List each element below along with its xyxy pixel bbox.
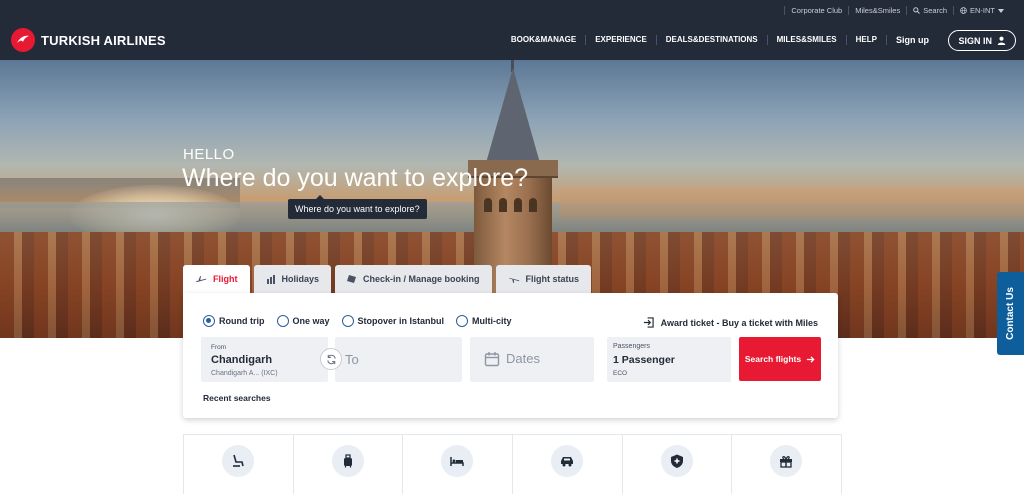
hero-headline: Where do you want to explore? <box>182 164 529 192</box>
tower-window <box>484 198 492 212</box>
trip-round-trip[interactable]: Round trip <box>203 315 265 327</box>
dates-field[interactable]: Dates <box>470 337 594 382</box>
nav-help[interactable]: HELP <box>847 35 887 45</box>
swap-airports-button[interactable] <box>320 348 342 370</box>
baggage-icon <box>331 445 364 477</box>
booking-panel: Round trip One way Stopover in Istanbul … <box>183 293 838 418</box>
holidays-icon <box>266 275 275 284</box>
contact-us-tab[interactable]: Contact Us <box>997 272 1024 355</box>
from-label: From <box>211 344 227 351</box>
nav-experience[interactable]: EXPERIENCE <box>586 35 657 45</box>
calendar-icon <box>484 352 500 367</box>
main-header: TURKISH AIRLINES BOOK&MANAGE EXPERIENCE … <box>0 21 1024 60</box>
flight-status-icon <box>508 277 519 283</box>
passengers-field[interactable]: Passengers 1 Passenger ECO <box>607 337 731 382</box>
service-car[interactable] <box>513 435 623 494</box>
nav-miles-smiles[interactable]: MILES&SMILES <box>768 35 847 45</box>
tab-flight-status-label: Flight status <box>525 274 580 284</box>
service-hotel[interactable] <box>403 435 514 494</box>
chevron-down-icon <box>998 8 1004 13</box>
miles-smiles-link[interactable]: Miles&Smiles <box>848 6 906 15</box>
main-nav: BOOK&MANAGE EXPERIENCE DEALS&DESTINATION… <box>502 35 938 45</box>
tower-window <box>514 198 522 212</box>
car-icon <box>551 445 584 477</box>
tab-holidays[interactable]: Holidays <box>253 265 332 293</box>
passengers-value: 1 Passenger <box>613 354 675 366</box>
trip-multi-city-label: Multi-city <box>472 316 512 326</box>
hotel-icon <box>441 445 474 477</box>
swap-icon <box>326 354 336 364</box>
to-field[interactable]: To <box>335 337 462 382</box>
award-ticket-link[interactable]: Award ticket - Buy a ticket with Miles <box>643 317 818 328</box>
insurance-icon <box>660 445 693 477</box>
tower-roof <box>486 68 540 163</box>
radio[interactable] <box>456 315 469 327</box>
boarding-pass-icon <box>347 275 357 283</box>
utility-links: Corporate Club Miles&Smiles Search EN-IN… <box>784 6 1010 15</box>
dates-placeholder: Dates <box>506 351 540 366</box>
passengers-label: Passengers <box>613 343 650 350</box>
hero-far-shore <box>560 188 1024 218</box>
gift-icon <box>770 445 803 477</box>
seat-icon <box>222 445 254 477</box>
trip-stopover-label: Stopover in Istanbul <box>357 316 445 326</box>
brand-name: TURKISH AIRLINES <box>41 32 166 48</box>
service-insurance[interactable] <box>623 435 733 494</box>
service-seat[interactable] <box>184 435 294 494</box>
trip-one-way[interactable]: One way <box>276 315 330 327</box>
utility-bar: Corporate Club Miles&Smiles Search EN-IN… <box>0 0 1024 21</box>
tab-check-in-label: Check-in / Manage booking <box>363 274 480 284</box>
tab-check-in[interactable]: Check-in / Manage booking <box>335 265 492 293</box>
search-link[interactable]: Search <box>906 6 953 15</box>
globe-icon <box>960 7 967 14</box>
from-airport: Chandigarh A... (IXC) <box>211 370 278 377</box>
search-link-label: Search <box>923 6 947 15</box>
nav-book-manage[interactable]: BOOK&MANAGE <box>502 35 587 45</box>
trip-one-way-label: One way <box>292 316 330 326</box>
search-flights-button[interactable]: Search flights <box>739 337 821 381</box>
booking-tabs: Flight Holidays Check-in / Manage bookin… <box>183 265 592 293</box>
tab-flight[interactable]: Flight <box>183 265 250 293</box>
plane-icon <box>195 275 207 282</box>
trip-round-trip-label: Round trip <box>219 316 265 326</box>
award-ticket-icon <box>643 317 654 328</box>
corporate-club-link[interactable]: Corporate Club <box>784 6 848 15</box>
to-placeholder: To <box>345 352 359 367</box>
trip-stopover[interactable]: Stopover in Istanbul <box>341 315 445 327</box>
nav-sign-up[interactable]: Sign up <box>887 35 938 45</box>
tower-window <box>499 198 507 212</box>
search-flights-label: Search flights <box>744 354 802 364</box>
from-field[interactable]: From Chandigarh Chandigarh A... (IXC) <box>201 337 328 382</box>
tab-holidays-label: Holidays <box>281 274 320 284</box>
from-city: Chandigarh <box>211 354 273 366</box>
radio[interactable] <box>341 315 354 327</box>
turkish-airlines-logo[interactable]: TURKISH AIRLINES <box>11 28 166 52</box>
services-strip <box>183 434 842 494</box>
award-ticket-label: Award ticket - Buy a ticket with Miles <box>660 317 818 328</box>
radio-selected[interactable] <box>203 315 215 327</box>
cabin-class: ECO <box>613 370 628 377</box>
tower-window <box>529 198 537 212</box>
headline-tooltip: Where do you want to explore? <box>288 195 427 219</box>
tab-flight-status[interactable]: Flight status <box>495 265 592 293</box>
nav-deals-destinations[interactable]: DEALS&DESTINATIONS <box>657 35 768 45</box>
search-icon <box>913 7 921 14</box>
trip-multi-city[interactable]: Multi-city <box>456 315 512 327</box>
radio[interactable] <box>276 315 289 327</box>
hero-greeting: HELLO <box>183 146 235 163</box>
sign-in-button[interactable]: SIGN IN <box>948 30 1016 51</box>
tab-flight-label: Flight <box>213 274 238 284</box>
service-baggage[interactable] <box>294 435 404 494</box>
trip-type-options: Round trip One way Stopover in Istanbul … <box>203 315 512 327</box>
user-icon <box>997 36 1006 45</box>
contact-us-label: Contact Us <box>1005 287 1017 340</box>
service-gift[interactable] <box>732 435 841 494</box>
language-selector[interactable]: EN-INT <box>953 6 1010 15</box>
sign-in-label: SIGN IN <box>958 35 992 46</box>
arrow-right-icon <box>807 355 815 363</box>
recent-searches-link[interactable]: Recent searches <box>203 393 271 403</box>
bird-logo-icon <box>11 28 35 52</box>
language-label: EN-INT <box>970 6 995 15</box>
